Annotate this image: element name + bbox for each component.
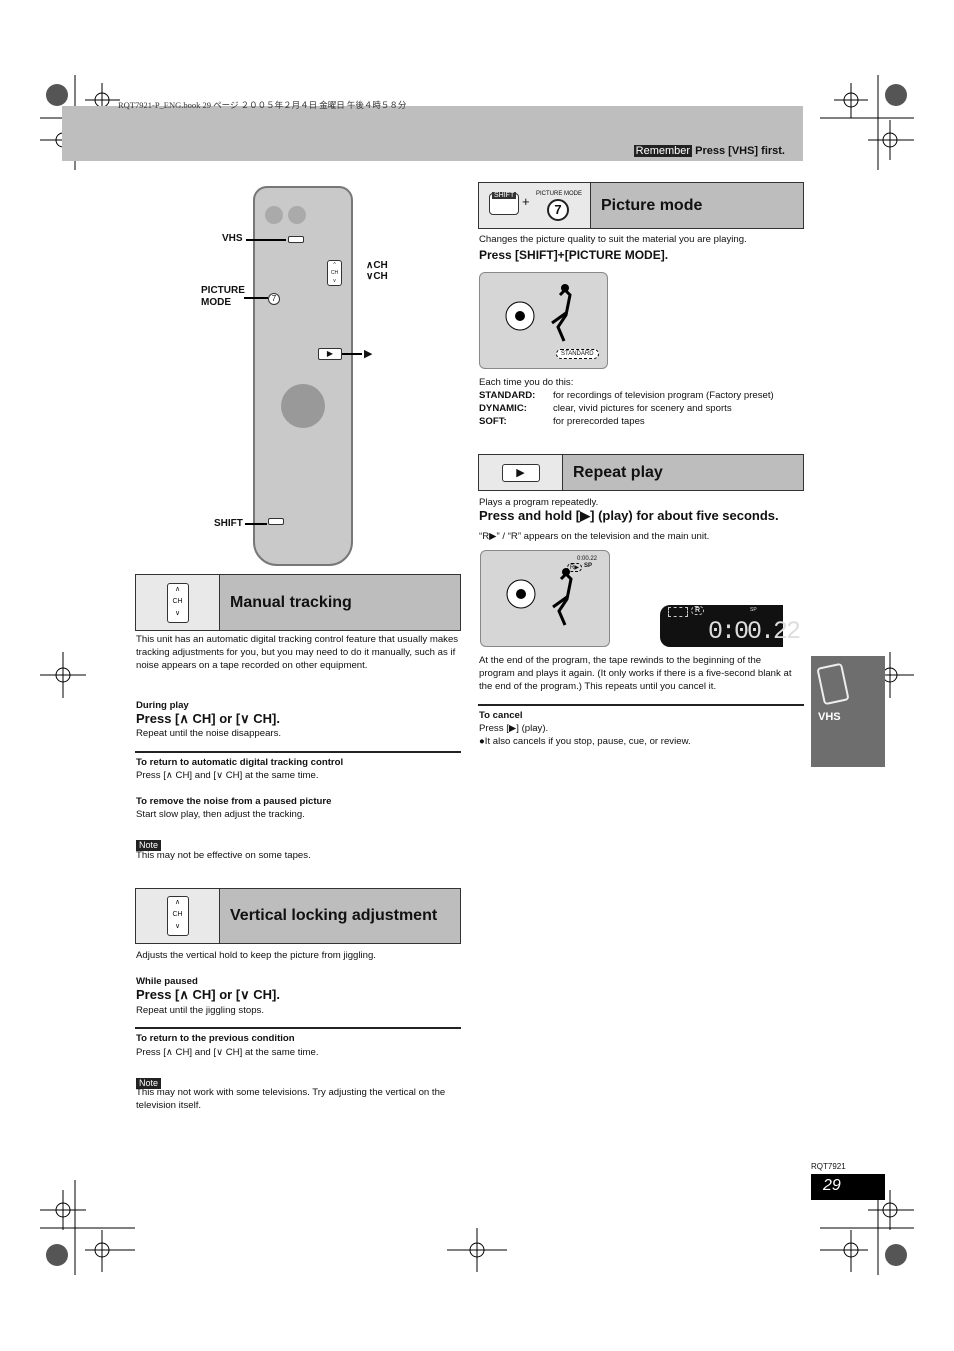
section-title: Vertical locking adjustment [230, 907, 438, 924]
each-time-label: Each time you do this: [479, 377, 574, 388]
repeat-play-header: ▶ Repeat play [478, 454, 804, 491]
vhs-button[interactable] [288, 236, 304, 243]
ch-button-icon: ∧ CH ∨ [166, 582, 189, 623]
cancel-heading: To cancel [479, 710, 523, 721]
shift-button[interactable] [268, 518, 284, 525]
top-bar: Remember Press [VHS] first. [62, 106, 803, 161]
display-time: 0:00.22 [708, 617, 801, 646]
document-code: RQT7921 [811, 1162, 846, 1171]
shift-icon: SHIFT [492, 192, 517, 199]
display-sp: SP [750, 607, 757, 613]
remove-noise-heading: To remove the noise from a paused pictur… [136, 796, 332, 807]
mode-standard: STANDARD: for recordings of television pr… [479, 390, 774, 401]
ch-button[interactable]: ^ CH v [327, 260, 342, 286]
mode-dynamic: DYNAMIC: clear, vivid pictures for scener… [479, 403, 732, 414]
vertical-locking-intro: Adjusts the vertical hold to keep the pi… [136, 950, 376, 961]
repeat-play-end-text: At the end of the program, the tape rewi… [479, 655, 792, 692]
mode-list: STANDARD: for recordings of television pr… [479, 389, 774, 428]
picture-mode-instruction: Press [SHIFT]+[PICTURE MODE]. [479, 248, 669, 262]
ch-button-icon: ∧ CH ∨ [166, 896, 189, 936]
print-header: RQT7921-P_ENG.book 29 ページ ２００５年２月４日 金曜日 … [118, 100, 407, 110]
remote-label-play: ▶ [364, 348, 373, 360]
manual-tracking-intro: This unit has an automatic digital track… [136, 634, 459, 671]
page-number: 29 [823, 1177, 841, 1194]
nav-ring [281, 384, 325, 428]
return-heading: To return to automatic digital tracking … [136, 757, 344, 768]
picture-mode-header: SHIFT + PICTURE MODE 7 Picture mode [478, 182, 804, 229]
cancel-text: Press [▶] (play). [479, 723, 549, 734]
section-title: Picture mode [601, 196, 703, 214]
play-button-icon: ▶ [501, 463, 540, 482]
remember-text: Press [VHS] first. [695, 145, 785, 157]
picture-mode-caption: PICTURE MODE [536, 191, 583, 197]
picture-mode-intro: Changes the picture quality to suit the … [479, 234, 747, 245]
vhs-side-tab: VHS [811, 656, 885, 767]
osd-repeat: R▶ [567, 563, 582, 572]
manual-tracking-instruction: Press [∧ CH] or [∨ CH]. [136, 711, 280, 726]
repeat-play-instruction: Press and hold [▶] (play) for about five… [479, 508, 779, 523]
remote-label-ch: ∧CH ∨CH [366, 260, 388, 282]
page-number-box: 29 [811, 1174, 885, 1200]
return-text: Press [∧ CH] and [∨ CH] at the same time… [136, 1047, 319, 1058]
display-repeat-indicator: R [691, 606, 705, 615]
number-7-icon: 7 [547, 199, 569, 221]
remote-control-illustration: ^ CH v 7 ▶ [253, 186, 353, 566]
repeat-appears-text: “R▶” / “R” appears on the television and… [479, 531, 710, 542]
standard-osd: STANDARD [556, 349, 599, 359]
vhs-tab-label: VHS [818, 711, 841, 723]
plus-sign: + [522, 194, 530, 209]
return-text: Press [∧ CH] and [∨ CH] at the same time… [136, 770, 319, 781]
remote-label-vhs: VHS [222, 233, 243, 244]
remote-label-shift: SHIFT [214, 518, 243, 529]
manual-tracking-header: ∧ CH ∨ Manual tracking [135, 574, 461, 631]
manual-tracking-repeat: Repeat until the noise disappears. [136, 728, 282, 739]
osd-sp: SP [584, 563, 593, 569]
cancel-bullet: ●It also cancels if you stop, pause, cue… [479, 736, 691, 747]
note-text: This may not work with some televisions.… [136, 1087, 446, 1111]
picture-mode-button[interactable]: 7 [268, 293, 280, 305]
vertical-locking-instruction: Press [∧ CH] or [∨ CH]. [136, 987, 280, 1002]
vhs-tape-icon [816, 662, 850, 706]
play-button[interactable]: ▶ [318, 348, 342, 360]
remove-noise-text: Start slow play, then adjust the trackin… [136, 809, 305, 820]
remote-label-picture-mode: PICTURE MODE [201, 285, 245, 308]
tv-screen-repeat-illustration: 0:00.22 R▶ SP [480, 550, 610, 647]
tv-screen-soccer-illustration: STANDARD [479, 272, 608, 369]
note-text: This may not be effective on some tapes. [136, 850, 311, 861]
mode-soft: SOFT: for prerecorded tapes [479, 416, 645, 427]
return-heading: To return to the previous condition [136, 1033, 295, 1044]
unit-display-illustration: R SP 0:00.22 [660, 605, 801, 647]
remember-badge: Remember [633, 145, 693, 157]
osd-time: 0:00.22 [577, 556, 598, 562]
vertical-locking-repeat: Repeat until the jiggling stops. [136, 1005, 264, 1016]
section-title: Manual tracking [230, 593, 352, 611]
vertical-locking-header: ∧ CH ∨ Vertical locking adjustment [135, 888, 461, 944]
section-title: Repeat play [573, 463, 663, 481]
